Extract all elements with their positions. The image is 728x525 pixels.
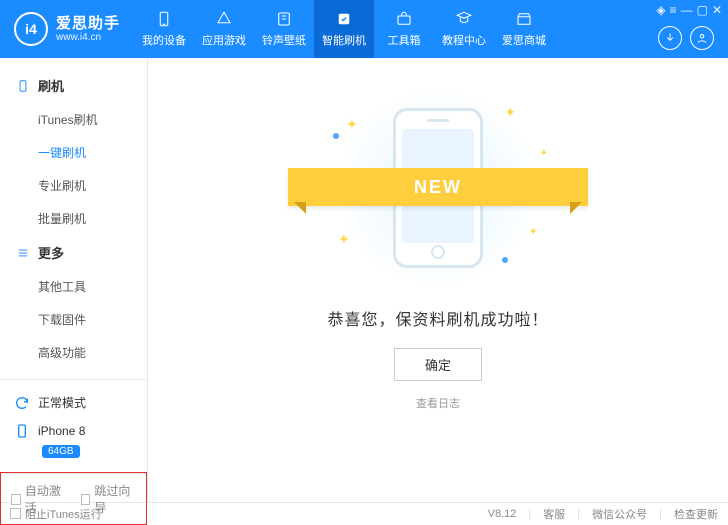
nav-store[interactable]: 爱思商城 — [494, 0, 554, 58]
version-label: V8.12 — [488, 508, 517, 520]
nav-label: 我的设备 — [142, 32, 186, 48]
nav-label: 铃声壁纸 — [262, 32, 306, 48]
menu-button[interactable]: ≡ — [670, 4, 677, 16]
nav-ringtone[interactable]: 铃声壁纸 — [254, 0, 314, 58]
nav-label: 工具箱 — [388, 32, 421, 48]
success-message: 恭喜您，保资料刷机成功啦！ — [327, 306, 548, 330]
status-device-label: iPhone 8 — [38, 424, 85, 438]
logo-text: 爱思助手 www.i4.cn — [56, 15, 120, 44]
app-title: 爱思助手 — [56, 15, 120, 32]
phone-icon — [14, 423, 30, 439]
refresh-icon — [14, 395, 30, 411]
new-ribbon: NEW — [288, 168, 588, 206]
skin-button[interactable]: ◈ — [656, 4, 665, 16]
status-mode[interactable]: 正常模式 — [10, 388, 137, 417]
main-content: ✦ ✦ ✦ ✦ ✦ NEW 恭喜您，保资料刷机成功啦！ 确定 查看日志 — [148, 58, 728, 502]
sidebar-head-more: 更多 — [0, 235, 147, 270]
sidebar-item-download-fw[interactable]: 下载固件 — [0, 303, 147, 336]
sidebar-item-batch-flash[interactable]: 批量刷机 — [0, 202, 147, 235]
separator: | — [659, 508, 662, 520]
sparkle-icon: ✦ — [338, 231, 350, 248]
nav-label: 爱思商城 — [502, 32, 546, 48]
music-icon — [275, 10, 293, 28]
dot-icon — [502, 257, 508, 263]
checkbox-icon — [10, 508, 21, 519]
checkbox-icon — [11, 494, 21, 505]
apps-icon — [215, 10, 233, 28]
sidebar-item-oneclick-flash[interactable]: 一键刷机 — [0, 136, 147, 169]
checkbox-icon — [81, 494, 91, 505]
menu-icon — [16, 246, 30, 260]
sidebar: 刷机 iTunes刷机 一键刷机 专业刷机 批量刷机 更多 其他工具 下载固件 … — [0, 58, 148, 502]
sidebar-item-pro-flash[interactable]: 专业刷机 — [0, 169, 147, 202]
sparkle-icon: ✦ — [346, 116, 358, 133]
nav-flash[interactable]: 智能刷机 — [314, 0, 374, 58]
minimize-button[interactable]: — — [681, 4, 693, 16]
sidebar-head-label: 更多 — [38, 243, 64, 262]
device-status: 正常模式 iPhone 8 64GB — [0, 379, 147, 472]
sidebar-head-label: 刷机 — [38, 76, 64, 95]
status-device[interactable]: iPhone 8 — [10, 417, 137, 445]
phone-icon — [16, 79, 30, 93]
status-storage-row: 64GB — [10, 445, 137, 464]
top-nav: 我的设备 应用游戏 铃声壁纸 智能刷机 工具箱 教程中心 爱思商城 — [134, 0, 554, 58]
success-illustration: ✦ ✦ ✦ ✦ ✦ NEW — [318, 98, 558, 278]
checkbox-label: 阻止iTunes运行 — [25, 506, 102, 522]
view-log-link[interactable]: 查看日志 — [416, 395, 460, 411]
tutorial-icon — [455, 10, 473, 28]
sidebar-item-other-tools[interactable]: 其他工具 — [0, 270, 147, 303]
block-itunes-checkbox[interactable]: 阻止iTunes运行 — [10, 506, 102, 522]
toolbox-icon — [395, 10, 413, 28]
sparkle-icon: ✦ — [529, 225, 538, 238]
close-button[interactable]: ✕ — [712, 4, 722, 16]
sidebar-head-flash: 刷机 — [0, 68, 147, 103]
header: i4 爱思助手 www.i4.cn 我的设备 应用游戏 铃声壁纸 智能刷机 工具… — [0, 0, 728, 58]
logo-icon: i4 — [14, 12, 48, 46]
app-url: www.i4.cn — [56, 32, 120, 44]
store-icon — [515, 10, 533, 28]
logo-area: i4 爱思助手 www.i4.cn — [0, 12, 134, 46]
nav-label: 教程中心 — [442, 32, 486, 48]
separator: | — [577, 508, 580, 520]
nav-my-device[interactable]: 我的设备 — [134, 0, 194, 58]
nav-toolbox[interactable]: 工具箱 — [374, 0, 434, 58]
nav-tutorial[interactable]: 教程中心 — [434, 0, 494, 58]
nav-apps[interactable]: 应用游戏 — [194, 0, 254, 58]
footer-right: V8.12 | 客服 | 微信公众号 | 检查更新 — [488, 506, 718, 522]
nav-label: 应用游戏 — [202, 32, 246, 48]
window-controls: ◈ ≡ — ▢ ✕ — [656, 4, 722, 16]
sidebar-item-advanced[interactable]: 高级功能 — [0, 336, 147, 369]
support-link[interactable]: 客服 — [543, 506, 565, 522]
sparkle-icon: ✦ — [540, 148, 548, 159]
sparkle-icon: ✦ — [504, 104, 516, 121]
download-button[interactable] — [658, 26, 682, 50]
user-button[interactable] — [690, 26, 714, 50]
storage-badge: 64GB — [42, 445, 80, 458]
ok-button[interactable]: 确定 — [394, 348, 482, 381]
body: 刷机 iTunes刷机 一键刷机 专业刷机 批量刷机 更多 其他工具 下载固件 … — [0, 58, 728, 502]
dot-icon — [333, 133, 339, 139]
header-actions — [658, 26, 714, 50]
wechat-link[interactable]: 微信公众号 — [592, 506, 647, 522]
maximize-button[interactable]: ▢ — [697, 4, 708, 16]
sidebar-item-itunes-flash[interactable]: iTunes刷机 — [0, 103, 147, 136]
nav-label: 智能刷机 — [322, 32, 366, 48]
device-icon — [155, 10, 173, 28]
update-link[interactable]: 检查更新 — [674, 506, 718, 522]
sidebar-list: 刷机 iTunes刷机 一键刷机 专业刷机 批量刷机 更多 其他工具 下载固件 … — [0, 58, 147, 379]
status-mode-label: 正常模式 — [38, 394, 86, 411]
separator: | — [528, 508, 531, 520]
flash-icon — [335, 10, 353, 28]
